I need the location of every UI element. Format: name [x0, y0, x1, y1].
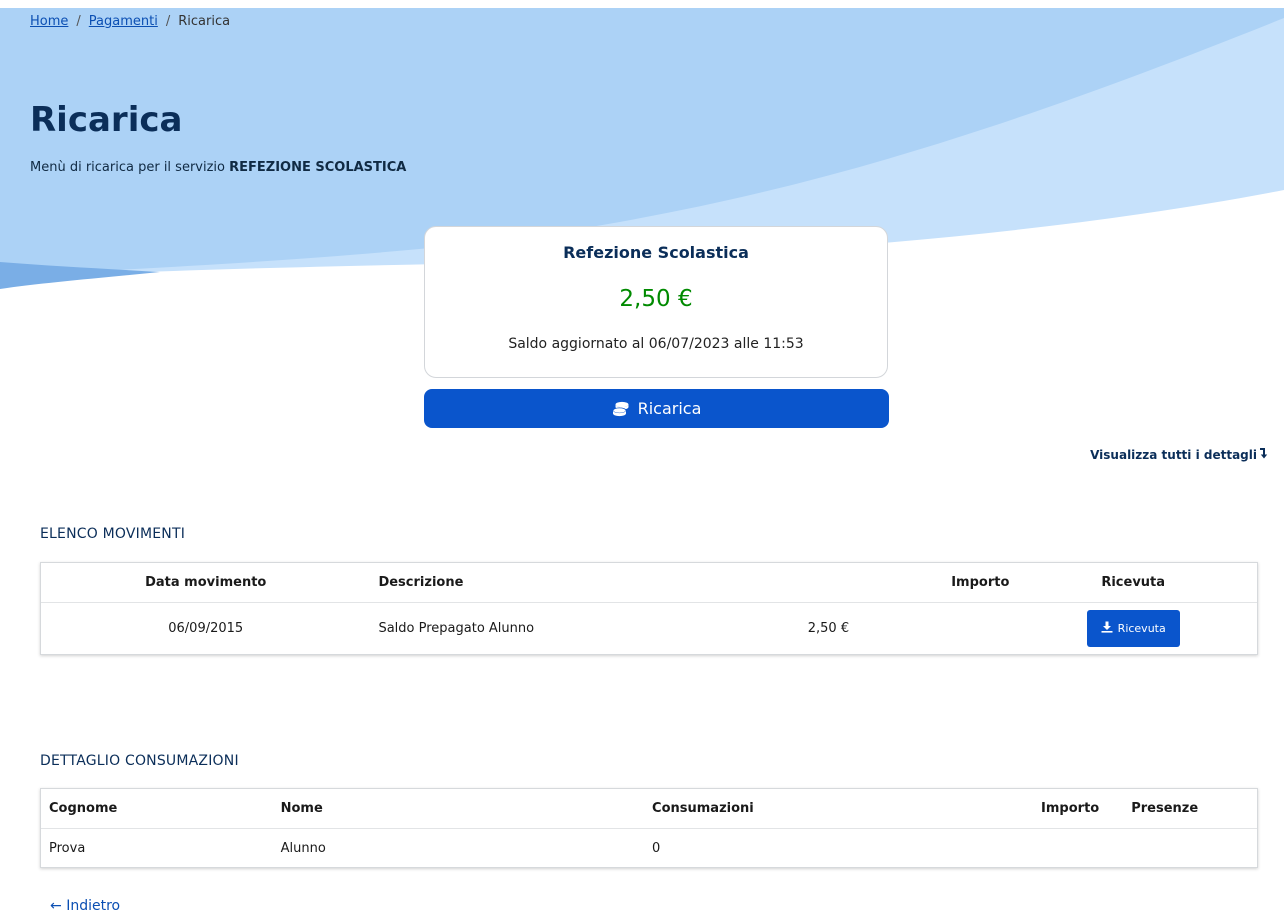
balance-amount: 2,50 € [619, 286, 693, 312]
consumptions-table-header: Cognome Nome Consumazioni Importo Presen… [41, 789, 1257, 829]
consumptions-section-title: DETTAGLIO CONSUMAZIONI [40, 753, 239, 769]
back-link[interactable]: ← Indietro [50, 898, 120, 914]
breadcrumb-separator: / [165, 14, 171, 29]
movements-table: Data movimento Descrizione Importo Ricev… [40, 562, 1258, 655]
column-header-consumptions: Consumazioni [652, 801, 754, 816]
column-header-amount: Importo [1041, 801, 1100, 816]
download-icon [1101, 621, 1113, 636]
back-arrow-icon: ← [50, 898, 62, 914]
column-header-name: Nome [280, 801, 323, 816]
receipt-button-label: Ricevuta [1117, 622, 1166, 635]
recharge-button-label: Ricarica [637, 399, 702, 418]
column-header-receipt: Ricevuta [1101, 575, 1166, 590]
balance-card: Refezione Scolastica 2,50 € Saldo aggior… [424, 226, 888, 378]
arrow-down-turn-icon [1259, 446, 1268, 462]
page-subtitle: Menù di ricarica per il servizio REFEZIO… [30, 160, 406, 175]
movement-date: 06/09/2015 [168, 621, 244, 636]
subtitle-service-name: REFEZIONE SCOLASTICA [229, 160, 407, 175]
table-row: Prova Alunno 0 [41, 829, 1257, 867]
consumption-name: Alunno [280, 840, 326, 856]
movements-section-title: ELENCO MOVIMENTI [40, 526, 186, 542]
table-row: 06/09/2015 Saldo Prepagato Alunno 2,50 €… [41, 603, 1257, 654]
movement-amount: 2,50 € [807, 621, 850, 636]
balance-service-name: Refezione Scolastica [563, 243, 749, 262]
column-header-description: Descrizione [378, 575, 464, 590]
breadcrumb-payments-link[interactable]: Pagamenti [89, 14, 158, 29]
breadcrumb-home-link[interactable]: Home [30, 14, 68, 29]
view-all-details-label: Visualizza tutti i dettagli [1090, 448, 1257, 462]
consumption-count: 0 [652, 840, 661, 856]
movement-receipt-cell: Ricevuta [1009, 610, 1257, 647]
subtitle-prefix: Menù di ricarica per il servizio [30, 160, 230, 175]
back-link-label: Indietro [66, 898, 121, 914]
view-all-details-link[interactable]: Visualizza tutti i dettagli [1090, 446, 1268, 462]
breadcrumb-current: Ricarica [178, 14, 231, 29]
recharge-button[interactable]: Ricarica [424, 389, 889, 428]
movement-description: Saldo Prepagato Alunno [378, 621, 535, 636]
consumption-surname: Prova [49, 840, 86, 856]
breadcrumb: Home / Pagamenti / Ricarica [30, 14, 230, 29]
receipt-download-button[interactable]: Ricevuta [1086, 610, 1180, 647]
breadcrumb-separator: / [76, 14, 81, 29]
page-title: Ricarica [30, 100, 183, 140]
column-header-amount: Importo [951, 575, 1010, 590]
column-header-surname: Cognome [49, 801, 118, 816]
balance-updated-text: Saldo aggiornato al 06/07/2023 alle 11:5… [508, 336, 804, 352]
coins-icon [612, 401, 630, 417]
column-header-attendance: Presenze [1131, 801, 1199, 816]
movements-table-header: Data movimento Descrizione Importo Ricev… [41, 563, 1257, 603]
column-header-date: Data movimento [145, 575, 267, 590]
consumptions-table: Cognome Nome Consumazioni Importo Presen… [40, 788, 1258, 868]
